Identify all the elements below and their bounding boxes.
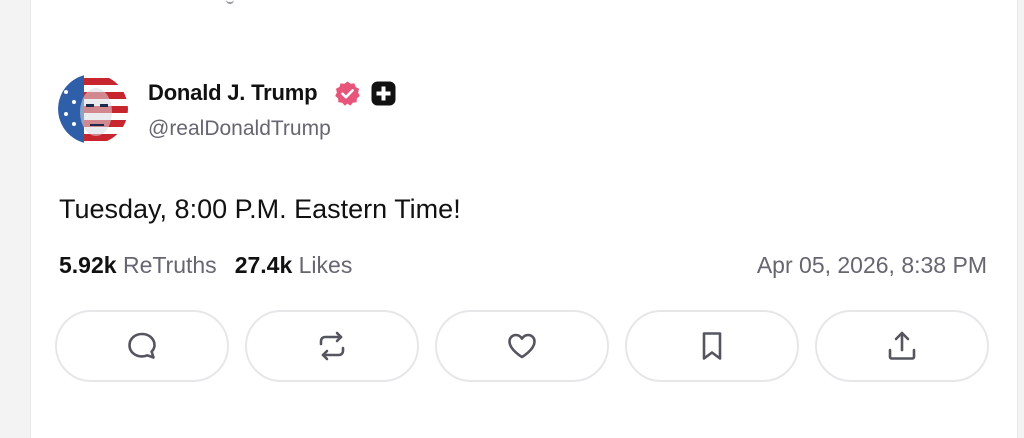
reply-button[interactable] bbox=[55, 310, 229, 382]
bookmark-icon bbox=[702, 332, 722, 360]
verified-badge-icon bbox=[334, 80, 361, 107]
retruth-button[interactable] bbox=[245, 310, 419, 382]
likes-count[interactable]: 27.4k bbox=[235, 252, 293, 278]
post-stats: 5.92k ReTruths 27.4k Likes bbox=[59, 252, 352, 279]
likes-label[interactable]: Likes bbox=[299, 252, 353, 278]
reply-icon bbox=[128, 332, 156, 359]
plus-badge-icon bbox=[371, 81, 396, 106]
action-bar bbox=[55, 310, 989, 382]
bookmark-button[interactable] bbox=[625, 310, 799, 382]
post-card: Donald J. Trump @realDonaldTrump Tuesday… bbox=[30, 0, 1018, 438]
author-display-name[interactable]: Donald J. Trump bbox=[148, 80, 318, 106]
author-handle[interactable]: @realDonaldTrump bbox=[148, 117, 331, 141]
previous-post-remnant bbox=[226, 0, 234, 4]
retruths-count[interactable]: 5.92k bbox=[59, 252, 117, 278]
like-button[interactable] bbox=[435, 310, 609, 382]
avatar[interactable] bbox=[58, 74, 128, 144]
post-timestamp[interactable]: Apr 05, 2026, 8:38 PM bbox=[757, 252, 987, 279]
retruths-label[interactable]: ReTruths bbox=[123, 252, 217, 278]
heart-icon bbox=[508, 333, 536, 359]
share-button[interactable] bbox=[815, 310, 989, 382]
retruth-icon bbox=[319, 331, 345, 361]
post-text: Tuesday, 8:00 P.M. Eastern Time! bbox=[59, 194, 461, 224]
share-icon bbox=[888, 331, 916, 360]
